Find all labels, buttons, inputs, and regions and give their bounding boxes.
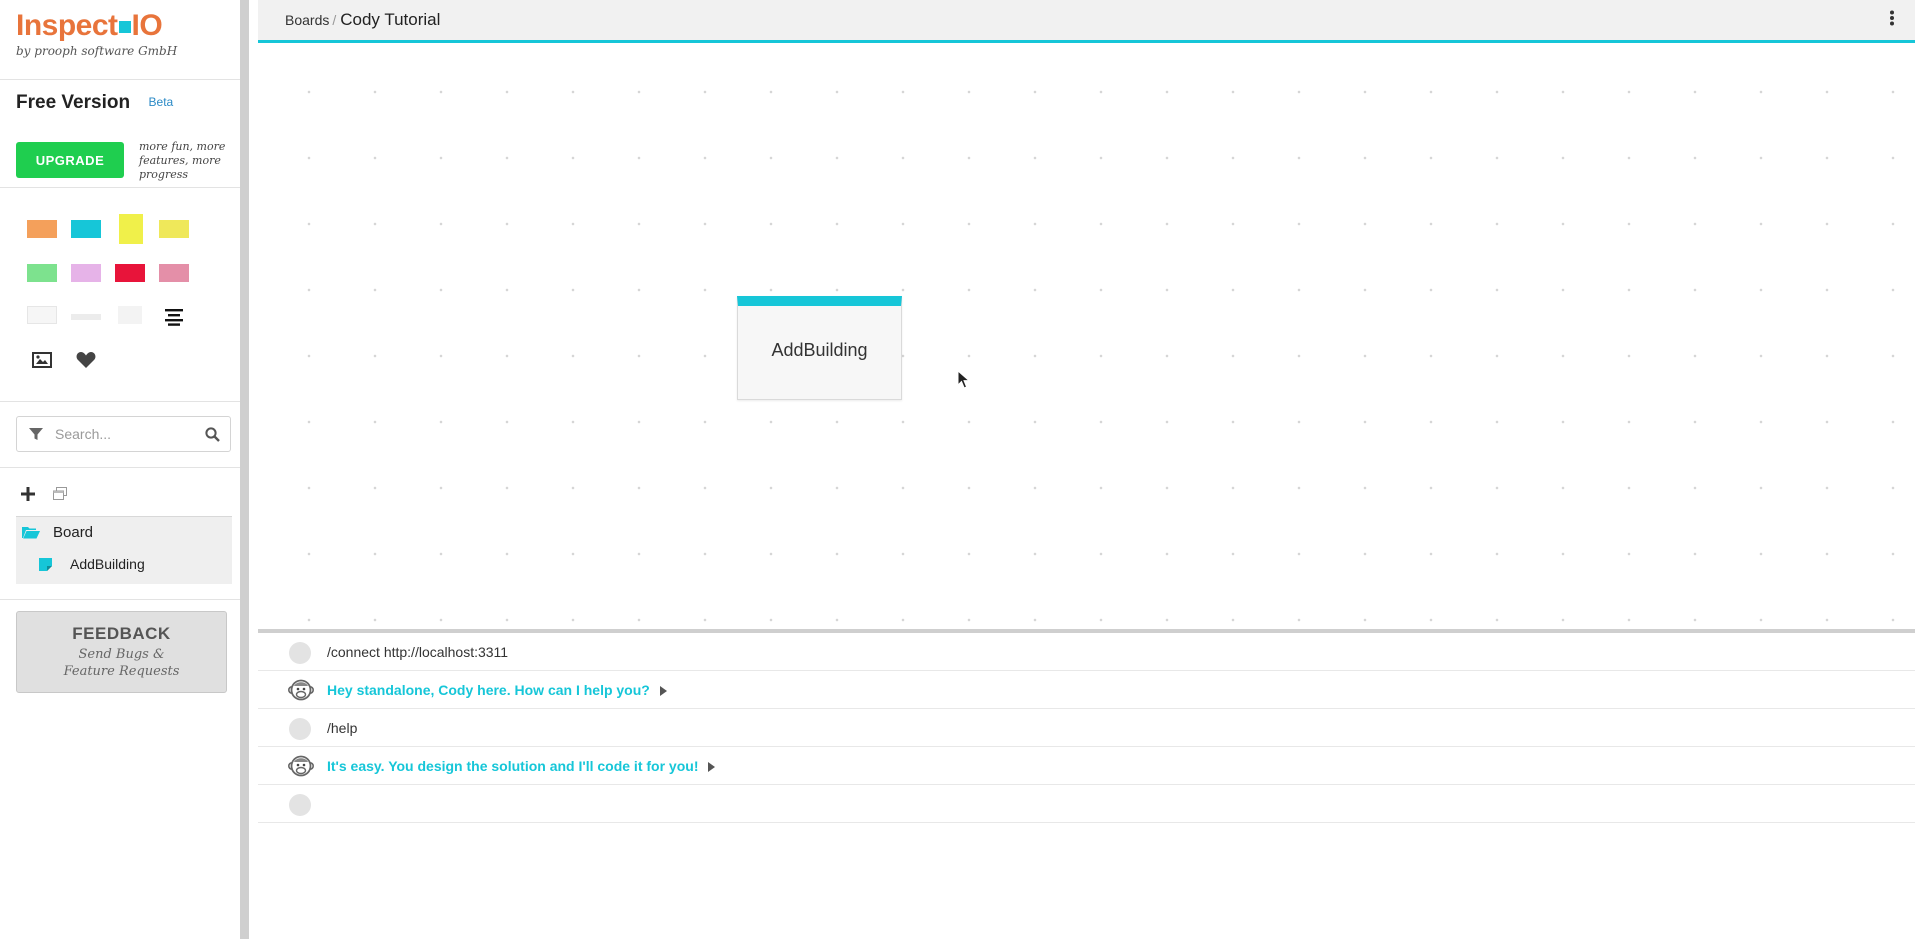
main-area: Boards / Cody Tutorial AddBuilding /connec… — [258, 0, 1915, 939]
user-avatar — [289, 718, 311, 740]
console-message: /help — [258, 709, 1915, 747]
version-title: Free Version — [16, 92, 131, 113]
board-canvas[interactable]: AddBuilding — [258, 43, 1915, 629]
expand-caret-icon[interactable] — [708, 762, 716, 772]
cody-message-text: It's easy. You design the solution and I… — [327, 758, 699, 774]
breadcrumb: Boards / Cody Tutorial — [285, 10, 440, 30]
mouse-cursor-icon — [957, 369, 971, 395]
version-block: Free Version Beta UPGRADE more fun, more… — [0, 80, 240, 188]
palette-orange-sticky[interactable] — [27, 220, 57, 238]
sticky-note-blank-icon[interactable] — [27, 306, 57, 324]
upgrade-button[interactable]: UPGRADE — [16, 142, 124, 178]
breadcrumb-boards-link[interactable]: Boards — [285, 12, 329, 28]
user-avatar — [289, 794, 311, 816]
feedback-title: FEEDBACK — [72, 624, 171, 643]
palette-yellow-sticky[interactable] — [159, 220, 189, 238]
palette-green-sticky[interactable] — [27, 264, 57, 282]
sidebar: Inspect IO by prooph software GmbH Free V… — [0, 0, 249, 939]
logo-square-icon — [118, 21, 131, 34]
tree-item-board[interactable]: Board — [16, 517, 232, 549]
logo-text-a: Inspect — [16, 9, 118, 42]
top-bar: Boards / Cody Tutorial — [258, 0, 1915, 43]
search-input[interactable] — [55, 424, 195, 444]
palette-yellow-tall-sticky[interactable] — [119, 214, 143, 244]
console-message: /connect http://localhost:3311 — [258, 633, 1915, 671]
feedback-button[interactable]: FEEDBACK Send Bugs & Feature Requests — [16, 611, 227, 693]
card-label: AddBuilding — [771, 340, 868, 360]
tree-item-addbuilding-label: AddBuilding — [70, 556, 145, 572]
image-icon[interactable] — [32, 352, 52, 373]
logo-text-b: IO — [131, 9, 163, 42]
cody-monkey-icon — [287, 754, 314, 783]
search-block — [0, 402, 240, 468]
folder-open-icon — [22, 525, 40, 543]
cody-message-text: Hey standalone, Cody here. How can I hel… — [327, 682, 650, 698]
text-align-icon[interactable] — [164, 308, 184, 331]
filter-icon[interactable] — [29, 427, 43, 446]
tree-item-board-label: Board — [53, 524, 94, 541]
user-avatar — [289, 642, 311, 664]
beta-link[interactable]: Beta — [149, 95, 174, 109]
kebab-menu-icon[interactable] — [1889, 10, 1895, 31]
console-message-text: /help — [327, 720, 358, 736]
console-message: Hey standalone, Cody here. How can I hel… — [258, 671, 1915, 709]
search-icon[interactable] — [205, 427, 220, 447]
frame-icon[interactable] — [118, 306, 142, 324]
app-root: Inspect IO by prooph software GmbH Free V… — [0, 0, 1915, 939]
sticky-note-icon — [39, 558, 52, 575]
console-message-text: /connect http://localhost:3311 — [327, 644, 509, 660]
search-box — [16, 416, 231, 452]
palette-cyan-sticky[interactable] — [71, 220, 101, 238]
palette-red-sticky[interactable] — [115, 264, 145, 282]
logo-block: Inspect IO by prooph software GmbH — [0, 0, 240, 80]
line-icon[interactable] — [71, 314, 101, 320]
upgrade-note: more fun, more features, more progress — [139, 140, 226, 181]
feedback-subtitle: Send Bugs & Feature Requests — [63, 647, 180, 679]
board-tree-block: Board AddBuilding — [0, 468, 240, 600]
logo-subtitle: by prooph software GmbH — [16, 44, 178, 58]
tree-item-addbuilding[interactable]: AddBuilding — [16, 549, 232, 581]
palette-lilac-sticky[interactable] — [71, 264, 101, 282]
board-tree: Board AddBuilding — [16, 516, 232, 584]
card-addbuilding[interactable]: AddBuilding — [737, 296, 902, 400]
console-input-row[interactable] — [258, 785, 1915, 823]
expand-caret-icon[interactable] — [659, 686, 667, 696]
plus-icon[interactable] — [21, 487, 35, 506]
cody-message[interactable]: Hey standalone, Cody here. How can I hel… — [327, 682, 667, 698]
breadcrumb-separator: / — [332, 12, 337, 28]
layers-icon[interactable] — [53, 487, 67, 505]
console-message: It's easy. You design the solution and I… — [258, 747, 1915, 785]
board-title: Cody Tutorial — [340, 10, 441, 29]
element-palette — [0, 188, 240, 402]
palette-pink-sticky[interactable] — [159, 264, 189, 282]
heart-icon[interactable] — [76, 351, 96, 374]
cody-monkey-icon — [287, 678, 314, 707]
cody-message[interactable]: It's easy. You design the solution and I… — [327, 758, 716, 774]
tree-toolbar — [16, 484, 224, 506]
logo[interactable]: Inspect IO — [16, 10, 224, 42]
cody-console: /connect http://localhost:3311 Hey stand… — [258, 633, 1915, 939]
